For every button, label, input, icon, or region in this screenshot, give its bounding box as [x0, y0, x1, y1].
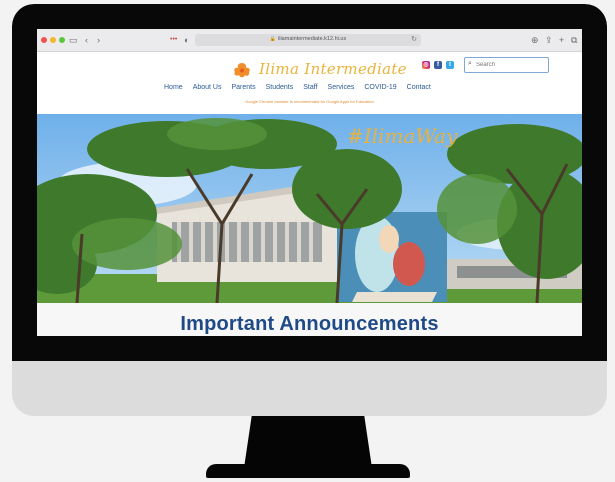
close-window-button[interactable]: [41, 37, 47, 43]
main-nav: Home About Us Parents Students Staff Ser…: [164, 84, 441, 94]
nav-item-parents[interactable]: Parents: [231, 84, 255, 94]
browser-screen: ▭ ‹ › ••• ◐ 🔒 iliamaintermediate.k12.hi.u…: [37, 29, 582, 336]
search-box[interactable]: ⌕: [464, 57, 549, 73]
download-icon[interactable]: ⊕: [531, 34, 539, 46]
announcements-section: Important Announcements: [37, 303, 582, 336]
chevron-right-icon[interactable]: ›: [97, 34, 100, 46]
share-icon[interactable]: ⇪: [545, 34, 553, 46]
hero-image: #IlimaWay: [37, 114, 582, 303]
url-text: iliamaintermediate.k12.hi.us: [278, 36, 347, 42]
tabs-icon[interactable]: ⧉: [571, 34, 577, 46]
more-icon[interactable]: •••: [170, 34, 177, 46]
nav-item-home[interactable]: Home: [164, 84, 183, 94]
site-logo-text[interactable]: Ilima Intermediate: [259, 60, 407, 78]
shield-icon[interactable]: ◐: [184, 34, 189, 46]
browser-toolbar: ▭ ‹ › ••• ◐ 🔒 iliamaintermediate.k12.hi.u…: [37, 29, 582, 52]
nav-item-services[interactable]: Services: [328, 84, 355, 94]
stage: ▭ ‹ › ••• ◐ 🔒 iliamaintermediate.k12.hi.u…: [0, 0, 615, 482]
reload-icon[interactable]: ↻: [411, 35, 417, 43]
nav-item-staff[interactable]: Staff: [303, 84, 317, 94]
browser-notice: Google Chrome browser is recommended for…: [245, 99, 374, 104]
sidebar-icon[interactable]: ▭: [69, 34, 78, 46]
nav-item-covid-19[interactable]: COVID-19: [364, 84, 396, 94]
chevron-left-icon[interactable]: ‹: [85, 34, 88, 46]
nav-item-students[interactable]: Students: [266, 84, 294, 94]
monitor-stand-base: [206, 464, 410, 478]
search-icon: ⌕: [468, 60, 472, 67]
nav-item-contact[interactable]: Contact: [407, 84, 431, 94]
lock-icon: 🔒: [269, 36, 277, 42]
address-bar[interactable]: 🔒 iliamaintermediate.k12.hi.us ↻: [195, 34, 421, 46]
instagram-icon[interactable]: ◎: [422, 61, 430, 69]
hero-photo: [37, 114, 582, 303]
announcements-heading: Important Announcements: [180, 313, 439, 335]
ilima-flower-icon: [234, 63, 250, 78]
twitter-icon[interactable]: t: [446, 61, 454, 69]
zoom-window-button[interactable]: [59, 37, 65, 43]
hero-hashtag: #IlimaWay: [347, 124, 458, 148]
plus-icon[interactable]: +: [559, 34, 564, 46]
search-input[interactable]: [476, 60, 546, 70]
nav-item-about-us[interactable]: About Us: [193, 84, 222, 94]
monitor-stand-neck: [244, 416, 372, 468]
address-bar-content: 🔒 iliamaintermediate.k12.hi.us: [195, 36, 421, 42]
facebook-icon[interactable]: f: [434, 61, 442, 69]
minimize-window-button[interactable]: [50, 37, 56, 43]
